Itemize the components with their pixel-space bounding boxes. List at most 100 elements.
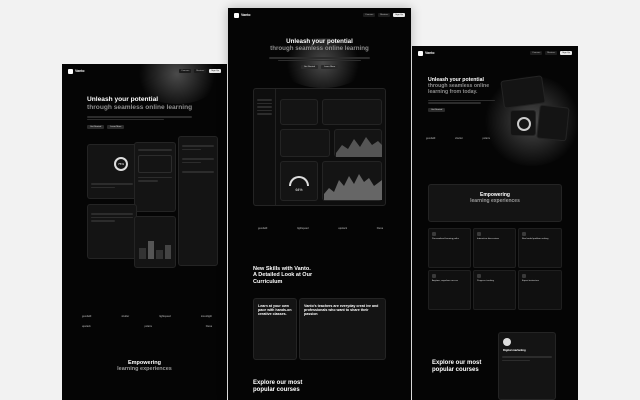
feature-title: Anytime, anywhere access [432, 280, 459, 282]
feature-card: Personalized learning paths [428, 228, 471, 268]
dash-widget [322, 99, 382, 125]
course-title: Digital marketing [503, 348, 526, 352]
explore-heading: Explore our most popular courses [253, 380, 302, 394]
feature-card: Real world problem-solving [518, 228, 562, 268]
partner-logos-row2: upstack polaris Ciena [82, 326, 212, 328]
signup-button[interactable]: Sign Up [560, 51, 572, 55]
hero-subtext-line [87, 116, 192, 118]
sidebar-line [257, 99, 272, 101]
page-preview-right: Vanto Courses Mentors Sign Up Unleash yo… [412, 46, 578, 400]
dashboard-mockup: 64% [253, 88, 386, 206]
course-card[interactable]: Digital marketing [498, 332, 556, 400]
hero: Unleash your potential through seamless … [87, 96, 197, 130]
feature-icon [477, 232, 481, 236]
feature-icon [477, 274, 481, 278]
empowering-heading: Empowering learning experiences [429, 192, 561, 205]
curriculum-card-right: Vanto's teachers are everyday creat ive … [299, 298, 386, 360]
hero-headline-tail: learning from today. [428, 88, 478, 95]
brand-name: Vanto [425, 51, 435, 55]
logo-upstack: upstack [82, 326, 91, 328]
hero-headline-main: Unleash your potential [87, 96, 159, 103]
feature-card: Interactive discussions [473, 228, 516, 268]
learn-more-button[interactable]: Learn More [321, 65, 339, 70]
empowering-line2: learning experiences [117, 366, 172, 373]
curriculum-card-right-text: Vanto's teachers are everyday creat ive … [304, 304, 379, 317]
curriculum-line2: A Detailed Look at Our [253, 272, 313, 279]
logo-goodwill: goodwill [258, 228, 268, 230]
chat-card [178, 136, 218, 266]
navbar: Vanto Courses Mentors Sign Up [412, 46, 578, 60]
card-line [138, 149, 172, 151]
nav-link-mentors[interactable]: Mentors [378, 13, 391, 17]
logo[interactable]: Vanto [418, 50, 435, 56]
sidebar-line [257, 102, 272, 104]
feature-title: Real world problem-solving [522, 238, 549, 240]
hero-subtext-line [428, 99, 495, 102]
logo-moonlight: moonlight [200, 316, 212, 318]
brand-name: Vanto [241, 13, 251, 17]
signup-button[interactable]: Sign Up [393, 13, 405, 17]
card-line [91, 183, 133, 185]
explore-heading: Explore our most popular courses [432, 360, 481, 374]
feature-title: Interactive discussions [477, 238, 500, 240]
hero-headline: Unleash your potential through seamless … [428, 77, 498, 96]
empowering-line2: learning experiences [470, 197, 520, 204]
floating-widget [500, 75, 546, 109]
signup-button[interactable]: Sign Up [209, 69, 221, 73]
nav-link-mentors[interactable]: Mentors [194, 69, 207, 73]
logo[interactable]: Vanto [68, 68, 85, 74]
logo-lightspeed: lightspeed [297, 228, 309, 230]
explore-line1: Explore our most [253, 380, 303, 386]
hero-subtext-line [278, 59, 361, 62]
get-started-button[interactable]: Get Started [300, 65, 318, 70]
hero-headline-main: Unleash your potential [286, 38, 353, 45]
progress-ring: 75% [114, 157, 128, 171]
nav-link-courses[interactable]: Courses [363, 13, 376, 17]
curriculum-card-left: Learn at your own pace with hands-on cre… [253, 298, 297, 360]
feature-card: Expert instructors [518, 270, 562, 310]
nav-link-mentors[interactable]: Mentors [545, 51, 558, 55]
card-line [91, 216, 133, 218]
feature-title: Personalized learning paths [432, 238, 459, 240]
feature-title: Progress tracking [477, 280, 495, 282]
sidebar-line [257, 113, 272, 115]
explore-line2: popular courses [432, 366, 479, 373]
get-started-button[interactable]: Get Started [87, 125, 105, 130]
logo-icon [68, 68, 73, 74]
logo[interactable]: Vanto [234, 12, 251, 18]
hero-headline-dim: through seamless online learning [270, 45, 369, 53]
dash-gauge: 64% [280, 161, 318, 201]
explore-line2: popular courses [253, 386, 300, 393]
logo-ciena: Ciena [376, 228, 383, 230]
empowering-heading: Empowering learning experiences [62, 360, 227, 373]
get-started-button[interactable]: Get Started [428, 107, 446, 112]
page-preview-center: Vanto Courses Mentors Sign Up Unleash yo… [228, 8, 411, 400]
navbar: Vanto Courses Mentors Sign Up [228, 8, 411, 22]
curriculum-card-left-text: Learn at your own pace with hands-on cre… [258, 304, 292, 317]
hero-subtext-line [428, 102, 481, 104]
logo-shutter: shutter [455, 138, 463, 140]
feature-card: Anytime, anywhere access [428, 270, 471, 310]
feature-icon [432, 232, 436, 236]
page-preview-left: Vanto Courses Mentors Sign Up Unleash yo… [62, 64, 227, 400]
hero-headline: Unleash your potential through seamless … [228, 38, 411, 52]
card-line [91, 186, 115, 188]
curriculum-line3: Curriculum [253, 278, 283, 285]
logo-polaris: polaris [482, 138, 490, 140]
floating-widget [536, 104, 570, 142]
hero-subtext-line [87, 118, 164, 121]
sidebar-line [257, 106, 272, 108]
logo-ciena: Ciena [205, 326, 212, 328]
feature-icon [522, 274, 526, 278]
floating-widget [510, 110, 536, 136]
sidebar-line [257, 109, 272, 111]
progress-card: 75% [87, 144, 137, 199]
hero-headline: Unleash your potential through seamless … [87, 96, 197, 111]
nav-link-courses[interactable]: Courses [530, 51, 543, 55]
nav-link-courses[interactable]: Courses [179, 69, 192, 73]
dash-widget [280, 129, 330, 157]
curriculum-heading: New Skills with Vanto. A Detailed Look a… [253, 266, 312, 285]
course-line [502, 356, 552, 358]
card-line [91, 220, 115, 222]
learn-more-button[interactable]: Learn More [107, 125, 125, 130]
